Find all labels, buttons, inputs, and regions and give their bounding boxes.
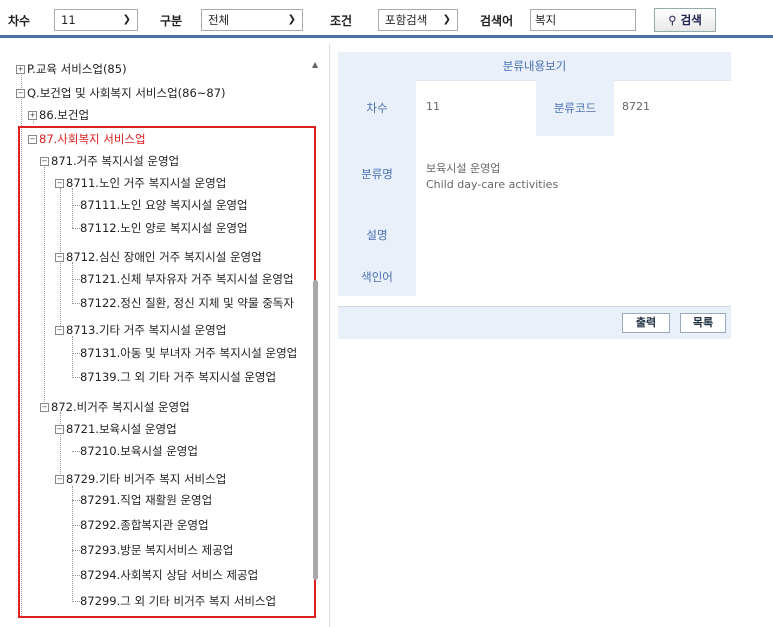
list-button[interactable]: 목록	[680, 313, 726, 333]
scrollbar-thumb[interactable]	[313, 280, 318, 580]
tree-node[interactable]: + P.교육 서비스업(85)	[16, 62, 127, 76]
detail-header: 분류내용보기	[338, 52, 731, 81]
index-field-label: 색인어	[338, 258, 416, 296]
collapse-icon[interactable]: −	[16, 89, 25, 98]
tree-node[interactable]: +86.보건업	[28, 108, 89, 122]
condition-select[interactable]: 포함검색 ❯	[378, 9, 458, 31]
keyword-label: 검색어	[480, 14, 514, 28]
category-select-value: 전체	[208, 13, 230, 27]
search-button[interactable]: ⚲ 검색	[654, 8, 716, 32]
name-en-value: Child day-care activities	[426, 178, 559, 191]
order-label: 차수	[8, 14, 31, 28]
tree-node[interactable]: − Q.보건업 및 사회복지 서비스업(86~87)	[16, 86, 226, 100]
search-bar: 차수 11 ❯ 구분 전체 ❯ 조건 포함검색 ❯ 검색어 복지 ⚲ 검색	[0, 0, 773, 38]
chevron-down-icon: ❯	[442, 14, 451, 25]
chevron-down-icon: ❯	[122, 14, 131, 25]
condition-label: 조건	[330, 14, 353, 28]
order-field-value: 11	[426, 100, 440, 113]
keyword-input[interactable]: 복지	[530, 9, 636, 31]
category-label: 구분	[160, 14, 183, 28]
description-field-label: 설명	[338, 212, 416, 258]
name-ko-value: 보육시설 운영업	[426, 162, 501, 175]
keyword-input-value: 복지	[535, 13, 557, 27]
expand-icon[interactable]: +	[16, 65, 25, 74]
code-field-label: 분류코드	[536, 80, 614, 136]
action-bar: 출력 목록	[338, 306, 731, 339]
order-field-label: 차수	[338, 80, 416, 136]
order-select[interactable]: 11 ❯	[54, 9, 138, 31]
order-select-value: 11	[61, 13, 76, 27]
chevron-down-icon: ❯	[287, 14, 296, 25]
search-icon: ⚲	[668, 13, 677, 27]
highlight-box	[18, 126, 316, 618]
search-button-label: 검색	[680, 13, 702, 27]
condition-select-value: 포함검색	[385, 13, 428, 27]
category-select[interactable]: 전체 ❯	[201, 9, 303, 31]
name-field-label: 분류명	[338, 136, 416, 212]
scroll-up-arrow-icon[interactable]: ▲	[312, 60, 318, 69]
code-field-value: 8721	[622, 100, 650, 113]
print-button[interactable]: 출력	[622, 313, 670, 333]
expand-icon[interactable]: +	[28, 111, 37, 120]
